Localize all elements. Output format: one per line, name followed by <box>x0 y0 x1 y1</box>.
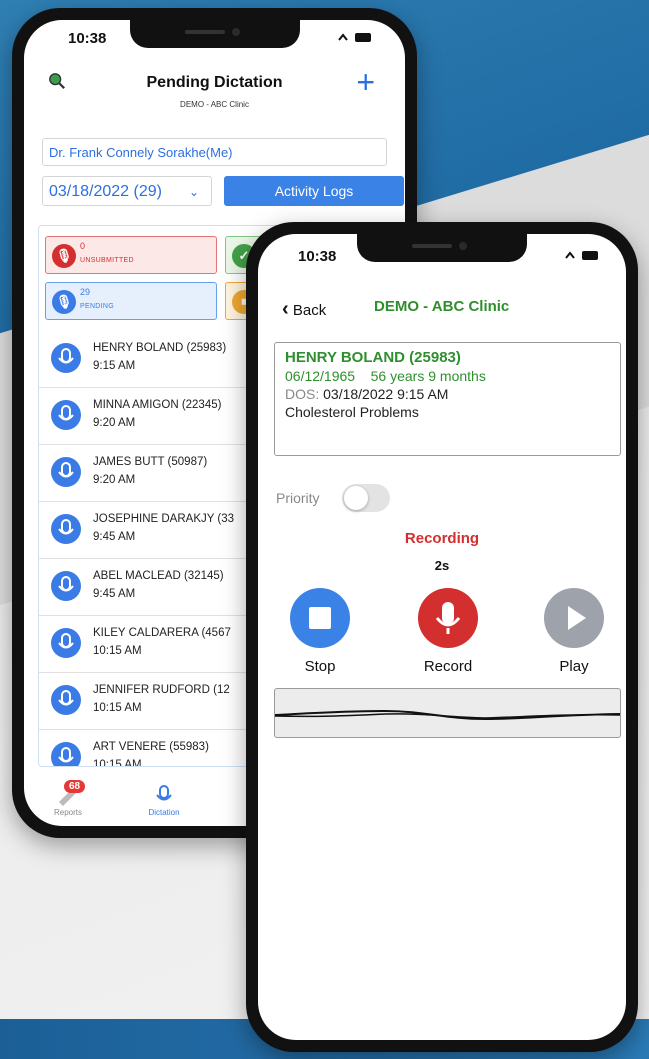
unsubmitted-count: 0 <box>80 241 86 251</box>
back-button[interactable]: ‹ Back <box>282 298 326 321</box>
record-button[interactable] <box>418 588 478 648</box>
dictation-icon <box>156 785 172 801</box>
mic-icon <box>51 685 81 715</box>
waveform-line <box>275 709 620 721</box>
patient-dob-line: 06/12/1965 56 years 9 months <box>285 368 610 384</box>
dos-value: 03/18/2022 9:15 AM <box>323 386 449 402</box>
reports-badge: 68 <box>64 780 86 793</box>
stop-label: Stop <box>304 658 336 675</box>
appointment-time: 9:20 AM <box>93 417 136 429</box>
priority-toggle[interactable] <box>342 484 390 512</box>
patient-name: HENRY BOLAND (25983) <box>285 349 461 366</box>
phone-recording: 10:38 ‹ Back DEMO - ABC Clinic HENRY BOL… <box>246 222 638 1052</box>
add-icon[interactable]: + <box>356 64 375 101</box>
appointment-time: 10:15 AM <box>93 702 142 714</box>
status-time: 10:38 <box>298 248 337 265</box>
stop-button[interactable] <box>290 588 350 648</box>
status-icons <box>562 248 602 265</box>
mic-icon: 🎙 <box>52 290 76 314</box>
page-title: Pending Dictation <box>146 74 283 91</box>
patient-name: JAMES BUTT (50987) <box>93 456 208 468</box>
patient-card: HENRY BOLAND (25983) 06/12/1965 56 years… <box>274 342 621 456</box>
pending-label: PENDING <box>80 303 114 310</box>
date-select[interactable]: 03/18/2022 (29) ⌄ <box>42 176 212 206</box>
patient-name: JOSEPHINE DARAKJY (33 <box>93 513 235 525</box>
patient-name: ART VENERE (55983) <box>93 741 209 753</box>
doctor-select[interactable]: Dr. Frank Connely Sorakhe(Me) <box>42 138 387 166</box>
tab-reports[interactable]: Reports 68 <box>38 780 98 817</box>
tab-dictation-label: Dictation <box>148 808 180 817</box>
chevron-left-icon: ‹ <box>282 298 289 320</box>
status-time: 10:38 <box>68 30 107 47</box>
play-control: Play <box>534 588 614 675</box>
play-label: Play <box>559 658 589 675</box>
patient-age: 56 years 9 months <box>370 368 486 384</box>
priority-label: Priority <box>276 490 320 506</box>
tab-reports-label: Reports <box>53 808 82 817</box>
chevron-down-icon: ⌄ <box>188 185 199 199</box>
clinic-title: DEMO - ABC Clinic <box>374 298 510 315</box>
patient-dos-line: DOS: 03/18/2022 9:15 AM <box>285 386 610 402</box>
mic-icon <box>51 400 81 430</box>
patient-name: JENNIFER RUDFORD (12 <box>93 684 230 696</box>
mic-icon <box>51 742 81 766</box>
dos-label: DOS: <box>285 386 320 402</box>
appointment-time: 10:15 AM <box>93 645 142 657</box>
record-label: Record <box>423 658 473 675</box>
appointment-time: 9:45 AM <box>93 531 136 543</box>
play-icon <box>568 606 586 630</box>
patient-dob: 06/12/1965 <box>285 368 356 384</box>
patient-problem: Cholesterol Problems <box>285 404 419 420</box>
recording-status: Recording <box>404 530 480 547</box>
notch <box>357 234 527 262</box>
appointment-time: 9:15 AM <box>93 360 136 372</box>
appointment-time: 9:20 AM <box>93 474 136 486</box>
play-button[interactable] <box>544 588 604 648</box>
notch <box>129 20 300 48</box>
stop-control: Stop <box>280 588 360 675</box>
recording-time: 2s <box>434 558 450 573</box>
patient-name: ABEL MACLEAD (32145) <box>93 570 224 582</box>
mic-icon <box>51 457 81 487</box>
waveform <box>274 688 621 738</box>
mic-icon <box>51 343 81 373</box>
patient-name: MINNA AMIGON (22345) <box>93 399 222 411</box>
date-select-value: 03/18/2022 (29) <box>49 183 162 200</box>
unsubmitted-tile[interactable]: 🎙 0 UNSUBMITTED <box>45 236 217 274</box>
microphone-icon <box>435 602 461 634</box>
mic-icon <box>51 571 81 601</box>
unsubmitted-label: UNSUBMITTED <box>80 257 134 264</box>
mic-icon <box>51 628 81 658</box>
record-control: Record <box>408 588 488 675</box>
mic-icon <box>51 514 81 544</box>
appointment-time: 9:45 AM <box>93 588 136 600</box>
status-icons <box>335 30 375 47</box>
activity-logs-button[interactable]: Activity Logs <box>224 176 404 206</box>
stop-icon <box>309 607 331 629</box>
patient-name: HENRY BOLAND (25983) <box>93 342 227 354</box>
pending-tile[interactable]: 🎙 29 PENDING <box>45 282 217 320</box>
tab-dictation[interactable]: Dictation <box>134 784 194 817</box>
mic-icon: 🎙 <box>52 244 76 268</box>
back-label: Back <box>292 302 327 319</box>
screen: 10:38 ‹ Back DEMO - ABC Clinic HENRY BOL… <box>258 234 626 1040</box>
pending-count: 29 <box>80 287 91 297</box>
clinic-subtitle: DEMO - ABC Clinic <box>180 100 249 109</box>
patient-name: KILEY CALDARERA (4567 <box>93 627 231 639</box>
